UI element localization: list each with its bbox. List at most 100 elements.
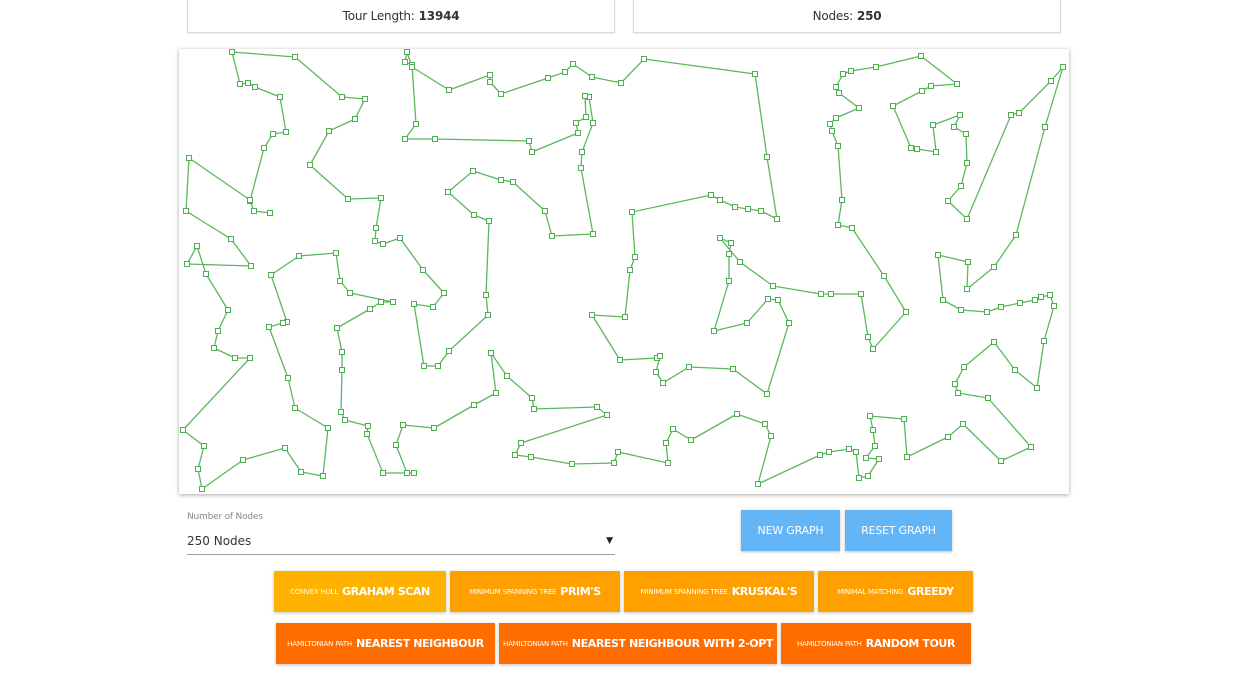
mst-prims-button[interactable]: Minimum Spanning Tree Prim's <box>450 571 620 612</box>
graph-node[interactable] <box>998 458 1004 464</box>
graph-node[interactable] <box>604 412 610 418</box>
graph-node[interactable] <box>504 373 510 379</box>
graph-node[interactable] <box>774 216 780 222</box>
graph-node[interactable] <box>298 469 304 475</box>
graph-node[interactable] <box>829 128 835 134</box>
graph-node[interactable] <box>711 328 717 334</box>
graph-node[interactable] <box>510 179 516 185</box>
graph-node[interactable] <box>378 299 384 305</box>
graph-node[interactable] <box>903 309 909 315</box>
graph-node[interactable] <box>579 149 585 155</box>
graph-node[interactable] <box>930 122 936 128</box>
graph-node[interactable] <box>641 56 647 62</box>
graph-node[interactable] <box>960 421 966 427</box>
graph-node[interactable] <box>873 64 879 70</box>
graph-node[interactable] <box>726 251 732 257</box>
node-count-select[interactable]: Number of Nodes 250 Nodes ▼ <box>187 512 615 555</box>
graph-node[interactable] <box>365 423 371 429</box>
graph-node[interactable] <box>758 208 764 214</box>
graph-node[interactable] <box>963 131 969 137</box>
graph-node[interactable] <box>345 196 351 202</box>
graph-node[interactable] <box>858 291 864 297</box>
graph-node[interactable] <box>339 349 345 355</box>
graph-node[interactable] <box>762 421 768 427</box>
graph-node[interactable] <box>764 391 770 397</box>
graph-node[interactable] <box>326 128 332 134</box>
graph-node[interactable] <box>908 145 914 151</box>
graph-node[interactable] <box>833 115 839 121</box>
graph-node[interactable] <box>285 375 291 381</box>
graph-node[interactable] <box>752 71 758 77</box>
graph-node[interactable] <box>952 381 958 387</box>
graph-node[interactable] <box>194 243 200 249</box>
graph-node[interactable] <box>397 235 403 241</box>
graph-node[interactable] <box>261 145 267 151</box>
graph-node[interactable] <box>526 138 532 144</box>
graph-node[interactable] <box>617 357 623 363</box>
graph-node[interactable] <box>400 422 406 428</box>
graph-node[interactable] <box>764 154 770 160</box>
graph-node[interactable] <box>432 136 438 142</box>
graph-node[interactable] <box>441 290 447 296</box>
graph-node[interactable] <box>730 366 736 372</box>
graph-node[interactable] <box>486 218 492 224</box>
graph-node[interactable] <box>245 80 251 86</box>
graph-node[interactable] <box>542 208 548 214</box>
graph-node[interactable] <box>367 306 373 312</box>
graph-node[interactable] <box>362 96 368 102</box>
graph-node[interactable] <box>498 177 504 183</box>
graph-node[interactable] <box>237 81 243 87</box>
graph-node[interactable] <box>409 64 415 70</box>
graph-node[interactable] <box>961 364 967 370</box>
graph-node[interactable] <box>904 454 910 460</box>
graph-node[interactable] <box>404 49 410 55</box>
graph-node[interactable] <box>965 259 971 265</box>
graph-node[interactable] <box>826 449 832 455</box>
graph-node[interactable] <box>872 443 878 449</box>
graph-node[interactable] <box>296 253 302 259</box>
graph-node[interactable] <box>744 320 750 326</box>
graph-node[interactable] <box>998 304 1004 310</box>
graph-node[interactable] <box>211 345 217 351</box>
graph-node[interactable] <box>583 114 589 120</box>
graph-node[interactable] <box>248 263 254 269</box>
graph-node[interactable] <box>373 225 379 231</box>
graph-node[interactable] <box>1016 110 1022 116</box>
graph-node[interactable] <box>914 146 920 152</box>
graph-node[interactable] <box>337 278 343 284</box>
graph-node[interactable] <box>835 222 841 228</box>
graph-node[interactable] <box>199 486 205 492</box>
graph-node[interactable] <box>186 155 192 161</box>
graph-node[interactable] <box>688 437 694 443</box>
graph-node[interactable] <box>985 395 991 401</box>
graph-node[interactable] <box>307 162 313 168</box>
graph-node[interactable] <box>865 473 871 479</box>
graph-node[interactable] <box>765 296 771 302</box>
graph-node[interactable] <box>487 79 493 85</box>
graph-node[interactable] <box>964 160 970 166</box>
graph-node[interactable] <box>411 470 417 476</box>
graph-node[interactable] <box>184 261 190 267</box>
graph-node[interactable] <box>865 334 871 340</box>
graph-node[interactable] <box>653 369 659 375</box>
graph-node[interactable] <box>881 273 887 279</box>
graph-node[interactable] <box>835 143 841 149</box>
graph-node[interactable] <box>183 208 189 214</box>
graph-node[interactable] <box>225 307 231 313</box>
graph-node[interactable] <box>421 363 427 369</box>
graph-node[interactable] <box>984 309 990 315</box>
graph-node[interactable] <box>201 443 207 449</box>
graph-node[interactable] <box>590 231 596 237</box>
graph-node[interactable] <box>435 363 441 369</box>
graph-node[interactable] <box>380 241 386 247</box>
graph-node[interactable] <box>531 406 537 412</box>
graph-node[interactable] <box>770 283 776 289</box>
graph-node[interactable] <box>951 124 957 130</box>
graph-node[interactable] <box>402 136 408 142</box>
graph-node[interactable] <box>266 324 272 330</box>
graph-node[interactable] <box>240 457 246 463</box>
graph-node[interactable] <box>657 353 663 359</box>
graph-node[interactable] <box>856 105 862 111</box>
graph-node[interactable] <box>964 216 970 222</box>
graph-node[interactable] <box>670 426 676 432</box>
